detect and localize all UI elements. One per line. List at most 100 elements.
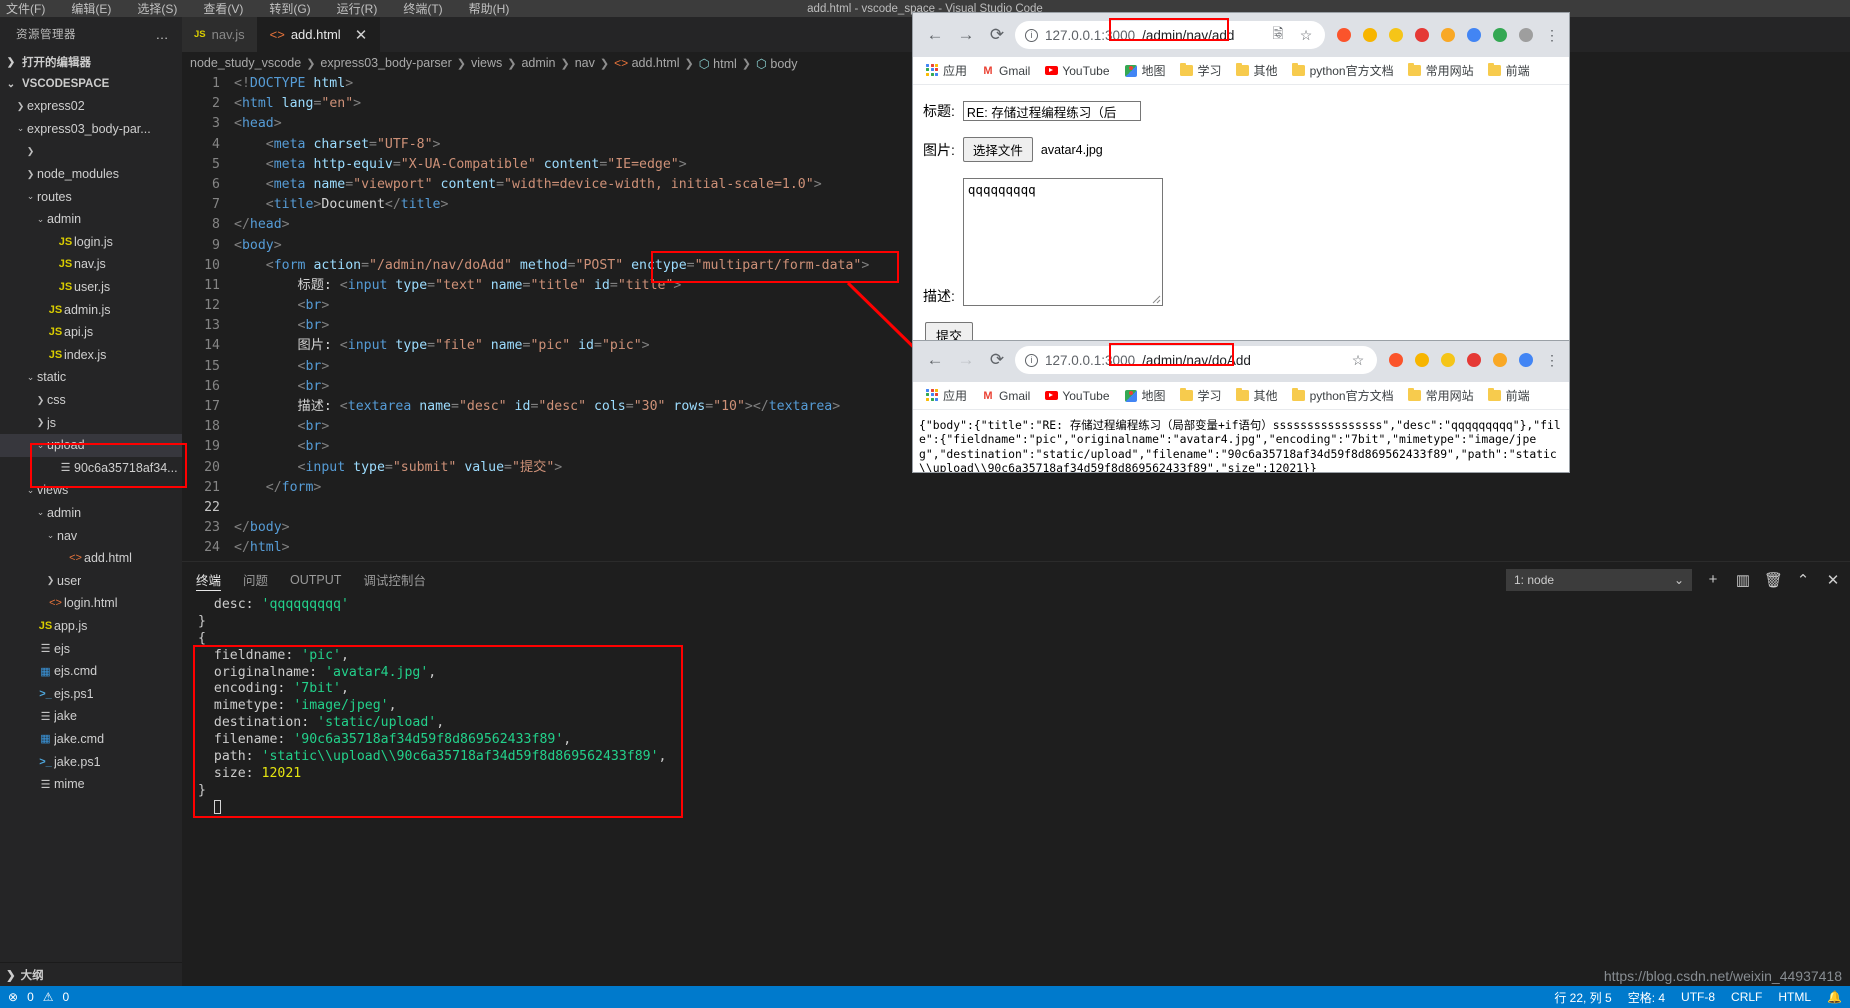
extension-icon-4[interactable] xyxy=(1465,351,1483,369)
tree-item-ejs-ps1[interactable]: >_ ejs.ps1 xyxy=(0,682,182,705)
split-terminal-icon[interactable]: ▥ xyxy=(1734,571,1752,589)
close-icon[interactable]: ✕ xyxy=(355,26,368,44)
explorer-more-icon[interactable]: … xyxy=(156,27,171,42)
tree-item-login-html[interactable]: <> login.html xyxy=(0,592,182,615)
tree-item-index-js[interactable]: JS index.js xyxy=(0,344,182,367)
tree-item-api-js[interactable]: JS api.js xyxy=(0,321,182,344)
bookmark-star-icon[interactable]: ☆ xyxy=(1349,351,1367,369)
browser-menu-icon[interactable]: ⋮ xyxy=(1543,351,1561,369)
tree-item-ejs[interactable]: ☰ ejs xyxy=(0,637,182,660)
tree-item-views[interactable]: ⌄ views xyxy=(0,479,182,502)
extension-icon-1[interactable] xyxy=(1387,351,1405,369)
resize-grip-icon[interactable] xyxy=(1151,294,1161,304)
tree-item-jake[interactable]: ☰ jake xyxy=(0,705,182,728)
tree-item-admin-js[interactable]: JS admin.js xyxy=(0,298,182,321)
menu-item-help[interactable]: 帮助(H) xyxy=(469,0,510,17)
maximize-panel-icon[interactable]: ⌃ xyxy=(1794,571,1812,589)
bookmark-学习[interactable]: 学习 xyxy=(1176,62,1226,79)
breadcrumb-item-html[interactable]: ⬡ html xyxy=(699,56,737,71)
forward-button[interactable]: → xyxy=(952,21,980,49)
tree-item-jake-ps1[interactable]: >_ jake.ps1 xyxy=(0,750,182,773)
translate-icon[interactable]: 🗟 xyxy=(1269,25,1287,44)
address-bar-2[interactable]: i 127.0.0.1:3000/admin/nav/doAdd ☆ xyxy=(1015,346,1377,374)
bookmarks-bar-1[interactable]: 应用 M Gmail YouTube 地图 学习 其他 python官方文档 常用网站 前端 xyxy=(913,57,1569,85)
browser2-extensions[interactable]: ⋮ xyxy=(1387,351,1561,369)
back-button[interactable]: ← xyxy=(921,21,949,49)
browser1-extensions[interactable]: ⋮ xyxy=(1335,26,1561,44)
extension-icon-5[interactable] xyxy=(1439,26,1457,44)
bookmark-YouTube[interactable]: YouTube xyxy=(1040,389,1113,403)
menu-item-terminal[interactable]: 终端(T) xyxy=(403,0,442,17)
tree-item-ejs-cmd[interactable]: ▦ ejs.cmd xyxy=(0,660,182,683)
extension-icon-2[interactable] xyxy=(1413,351,1431,369)
tree-item-static[interactable]: ⌄ static xyxy=(0,366,182,389)
bookmark-python官方文档[interactable]: python官方文档 xyxy=(1288,387,1398,404)
bookmark-Gmail[interactable]: M Gmail xyxy=(977,64,1034,78)
panel-tab-终端[interactable]: 终端 xyxy=(196,562,222,597)
tree-item-user[interactable]: ❯ user xyxy=(0,569,182,592)
address-bar-1[interactable]: i 127.0.0.1:3000/admin/nav/add 🗟 ☆ xyxy=(1015,21,1325,49)
code-line-23[interactable]: 23 </body> xyxy=(182,518,1850,538)
extension-icon-4[interactable] xyxy=(1413,26,1431,44)
breadcrumb-item-node-study-vscode[interactable]: node_study_vscode xyxy=(190,56,301,70)
breadcrumb-item-body[interactable]: ⬡ body xyxy=(756,56,798,71)
bookmark-其他[interactable]: 其他 xyxy=(1232,62,1282,79)
breadcrumb-item-views[interactable]: views xyxy=(471,56,502,70)
cursor-position[interactable]: 行 22, 列 5 xyxy=(1554,989,1611,1006)
browser-window-add[interactable]: ← → ⟳ i 127.0.0.1:3000/admin/nav/add 🗟 ☆… xyxy=(913,13,1569,340)
bookmark-地图[interactable]: 地图 xyxy=(1120,387,1170,404)
new-terminal-icon[interactable]: + xyxy=(1704,571,1722,588)
tree-item-jake-cmd[interactable]: ▦ jake.cmd xyxy=(0,728,182,751)
bookmark-应用[interactable]: 应用 xyxy=(921,387,971,404)
desc-textarea[interactable]: qqqqqqqqq xyxy=(962,178,1163,306)
eol[interactable]: CRLF xyxy=(1731,990,1762,1004)
menu-item-goto[interactable]: 转到(G) xyxy=(269,0,310,17)
tree-item-express02[interactable]: ❯ express02 xyxy=(0,95,182,118)
back-button[interactable]: ← xyxy=(921,346,949,374)
workspace-section[interactable]: ⌄ VSCODESPACE xyxy=(0,73,182,95)
extension-icon-3[interactable] xyxy=(1387,26,1405,44)
breadcrumb-item-nav[interactable]: nav xyxy=(575,56,595,70)
bookmarks-bar-2[interactable]: 应用 M Gmail YouTube 地图 学习 其他 python官方文档 常用网站 前端 xyxy=(913,382,1569,410)
reload-button[interactable]: ⟳ xyxy=(983,346,1011,374)
title-input[interactable]: RE: 存储过程编程练习（后 xyxy=(962,101,1141,121)
tree-item-node-modules[interactable]: ❯ node_modules xyxy=(0,163,182,186)
menu-item-select[interactable]: 选择(S) xyxy=(137,0,177,17)
tree-item-upload[interactable]: ⌄ upload xyxy=(0,433,182,457)
tree-item-js[interactable]: ❯ js xyxy=(0,411,182,434)
tree-item-admin[interactable]: ⌄ admin xyxy=(0,208,182,231)
bookmark-地图[interactable]: 地图 xyxy=(1120,62,1170,79)
menu-item-file[interactable]: 文件(F) xyxy=(6,0,45,17)
bookmark-前端[interactable]: 前端 xyxy=(1484,62,1534,79)
browser-window-doadd[interactable]: ← → ⟳ i 127.0.0.1:3000/admin/nav/doAdd ☆… xyxy=(913,338,1569,472)
tree-item-add-html[interactable]: <> add.html xyxy=(0,547,182,570)
menu-item-edit[interactable]: 编辑(E) xyxy=(71,0,111,17)
notifications-bell-icon[interactable]: 🔔 xyxy=(1827,990,1842,1004)
bookmark-学习[interactable]: 学习 xyxy=(1176,387,1226,404)
menu-item-run[interactable]: 运行(R) xyxy=(337,0,378,17)
terminal-selector[interactable]: 1: node ⌄ xyxy=(1506,568,1692,591)
code-line-22[interactable]: 22 xyxy=(182,498,1850,518)
tree-item-express03-body-par-[interactable]: ⌄ express03_body-par... xyxy=(0,118,182,141)
bookmark-其他[interactable]: 其他 xyxy=(1232,387,1282,404)
bookmark-常用网站[interactable]: 常用网站 xyxy=(1404,62,1478,79)
encoding[interactable]: UTF-8 xyxy=(1681,990,1715,1004)
bookmark-YouTube[interactable]: YouTube xyxy=(1040,64,1113,78)
tree-item-nav[interactable]: ⌄ nav xyxy=(0,524,182,547)
site-info-icon[interactable]: i xyxy=(1025,353,1038,367)
code-line-24[interactable]: 24 </html> xyxy=(182,538,1850,558)
extension-icon-1[interactable] xyxy=(1335,26,1353,44)
breadcrumb-item-admin[interactable]: admin xyxy=(521,56,555,70)
error-count[interactable]: 0 xyxy=(27,990,34,1004)
choose-file-button[interactable]: 选择文件 xyxy=(962,137,1033,162)
browser-menu-icon[interactable]: ⋮ xyxy=(1543,26,1561,44)
tree-item-routes[interactable]: ⌄ routes xyxy=(0,185,182,208)
extension-icon-2[interactable] xyxy=(1361,26,1379,44)
tree-item-mime[interactable]: ☰ mime xyxy=(0,773,182,796)
panel-tab-OUTPUT[interactable]: OUTPUT xyxy=(290,562,341,597)
kill-terminal-icon[interactable]: 🗑 xyxy=(1764,571,1783,589)
bookmark-前端[interactable]: 前端 xyxy=(1484,387,1534,404)
bookmark-star-icon[interactable]: ☆ xyxy=(1297,26,1315,44)
warning-count[interactable]: 0 xyxy=(63,990,70,1004)
tree-item-app-js[interactable]: JS app.js xyxy=(0,615,182,638)
